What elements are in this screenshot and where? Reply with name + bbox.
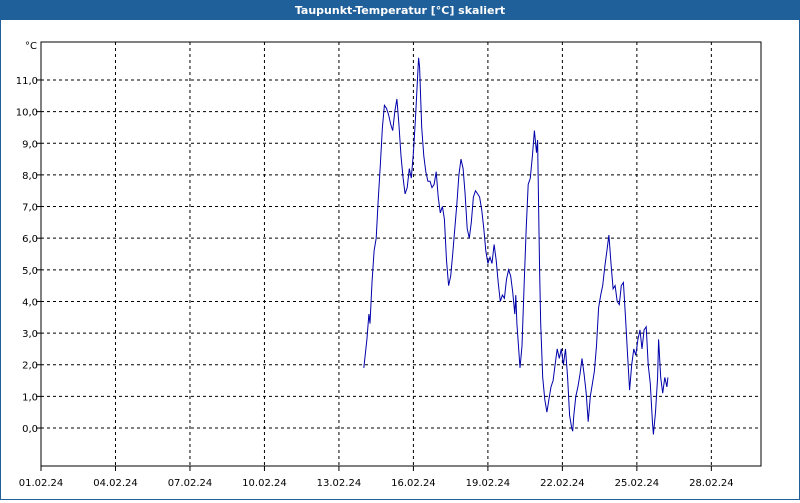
x-tick-label: 04.02.24 (93, 478, 138, 489)
x-tick-label: 10.02.24 (242, 478, 287, 489)
x-tick-label: 16.02.24 (391, 478, 436, 489)
y-tick-label: 0,0 (22, 424, 38, 435)
y-axis-unit-label: °C (25, 41, 37, 52)
y-tick-label: 7,0 (22, 203, 38, 214)
x-tick-label: 01.02.24 (19, 478, 64, 489)
x-tick-label: 25.02.24 (615, 478, 660, 489)
x-tick-label: 19.02.24 (466, 478, 511, 489)
window-title: Taupunkt-Temperatur [°C] skaliert (1, 1, 799, 20)
y-tick-label: 1,0 (22, 392, 38, 403)
y-tick-label: 2,0 (22, 361, 38, 372)
plot-frame (40, 41, 762, 467)
y-tick-label: 11,0 (16, 76, 38, 87)
y-tick-label: 6,0 (22, 234, 38, 245)
y-tick-label: 3,0 (22, 329, 38, 340)
y-tick-label: 8,0 (22, 171, 38, 182)
line-chart: 0,0 1,0 2,0 3,0 4,0 5,0 6,0 7,0 8,0 9,0 10,0 11,0 0… (16, 41, 762, 489)
y-tick-label: 9,0 (22, 139, 38, 150)
x-tick-label: 07.02.24 (168, 478, 213, 489)
y-tick-label: 10,0 (16, 108, 38, 119)
chart-area: 0,0 1,0 2,0 3,0 4,0 5,0 6,0 7,0 8,0 9,0 10,0 11,0 0… (1, 20, 799, 499)
y-tick-label: 5,0 (22, 266, 38, 277)
x-tick-label: 13.02.24 (317, 478, 362, 489)
x-tick-label: 28.02.24 (689, 478, 734, 489)
y-tick-label: 4,0 (22, 297, 38, 308)
x-tick-labels: 01.02.24 04.02.24 07.02.24 10.02.24 13.02.24… (19, 478, 734, 489)
y-tick-labels: 0,0 1,0 2,0 3,0 4,0 5,0 6,0 7,0 8,0 9,0 10,0 11,0 (16, 76, 38, 435)
chart-window: Taupunkt-Temperatur [°C] skaliert 0,0 1,0… (0, 0, 800, 500)
x-tick-label: 22.02.24 (540, 478, 585, 489)
